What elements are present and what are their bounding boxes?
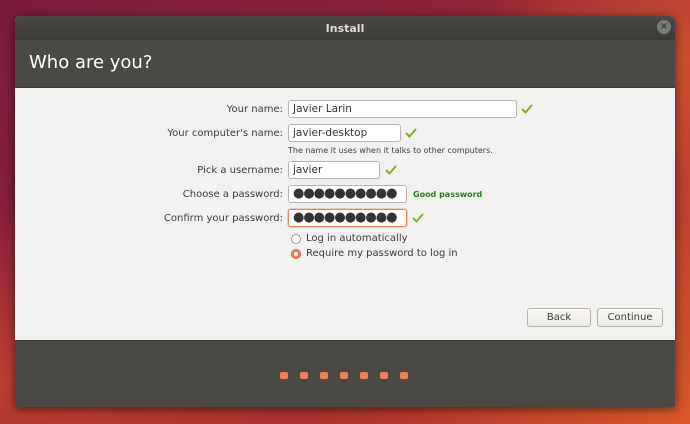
name-field[interactable]: Javier Larin xyxy=(288,100,517,118)
login-password-option[interactable]: Require my password to log in xyxy=(291,248,458,259)
login-auto-option[interactable]: Log in automatically xyxy=(291,233,408,244)
page-header: Who are you? xyxy=(15,40,675,88)
continue-button[interactable]: Continue xyxy=(597,308,663,327)
computer-name-field[interactable]: javier-desktop xyxy=(288,124,401,142)
window-title: Install xyxy=(325,21,365,35)
progress-step xyxy=(340,372,348,379)
password-strength: Good password xyxy=(413,190,483,199)
progress-indicator xyxy=(280,372,420,379)
check-icon xyxy=(405,128,417,138)
confirm-password-label: Confirm your password: xyxy=(163,213,283,224)
progress-step xyxy=(380,372,388,379)
progress-step xyxy=(300,372,308,379)
login-password-label: Require my password to log in xyxy=(306,248,458,259)
progress-step xyxy=(320,372,328,379)
login-auto-label: Log in automatically xyxy=(306,233,408,244)
username-field[interactable]: javier xyxy=(288,161,380,179)
confirm-password-field[interactable]: ●●●●●●●●●● xyxy=(288,209,407,227)
installer-window: Install × Who are you? Your name: Javier… xyxy=(15,16,675,407)
computer-name-hint: The name it uses when it talks to other … xyxy=(288,146,493,155)
password-label: Choose a password: xyxy=(182,189,283,200)
check-icon xyxy=(412,213,424,223)
computer-name-label: Your computer's name: xyxy=(167,128,283,139)
radio-button-selected[interactable] xyxy=(291,248,301,259)
progress-footer xyxy=(15,340,675,407)
title-bar: Install × xyxy=(15,16,675,40)
name-label: Your name: xyxy=(226,104,283,115)
radio-button[interactable] xyxy=(291,233,301,244)
progress-step xyxy=(280,372,288,379)
back-button[interactable]: Back xyxy=(527,308,591,327)
check-icon xyxy=(521,104,533,114)
password-field[interactable]: ●●●●●●●●●● xyxy=(288,185,407,203)
user-form: Your name: Javier Larin Your computer's … xyxy=(15,88,675,340)
progress-step xyxy=(360,372,368,379)
page-title: Who are you? xyxy=(29,52,153,73)
close-icon[interactable]: × xyxy=(657,20,671,34)
username-label: Pick a username: xyxy=(197,165,283,176)
progress-step xyxy=(400,372,408,379)
check-icon xyxy=(385,165,397,175)
